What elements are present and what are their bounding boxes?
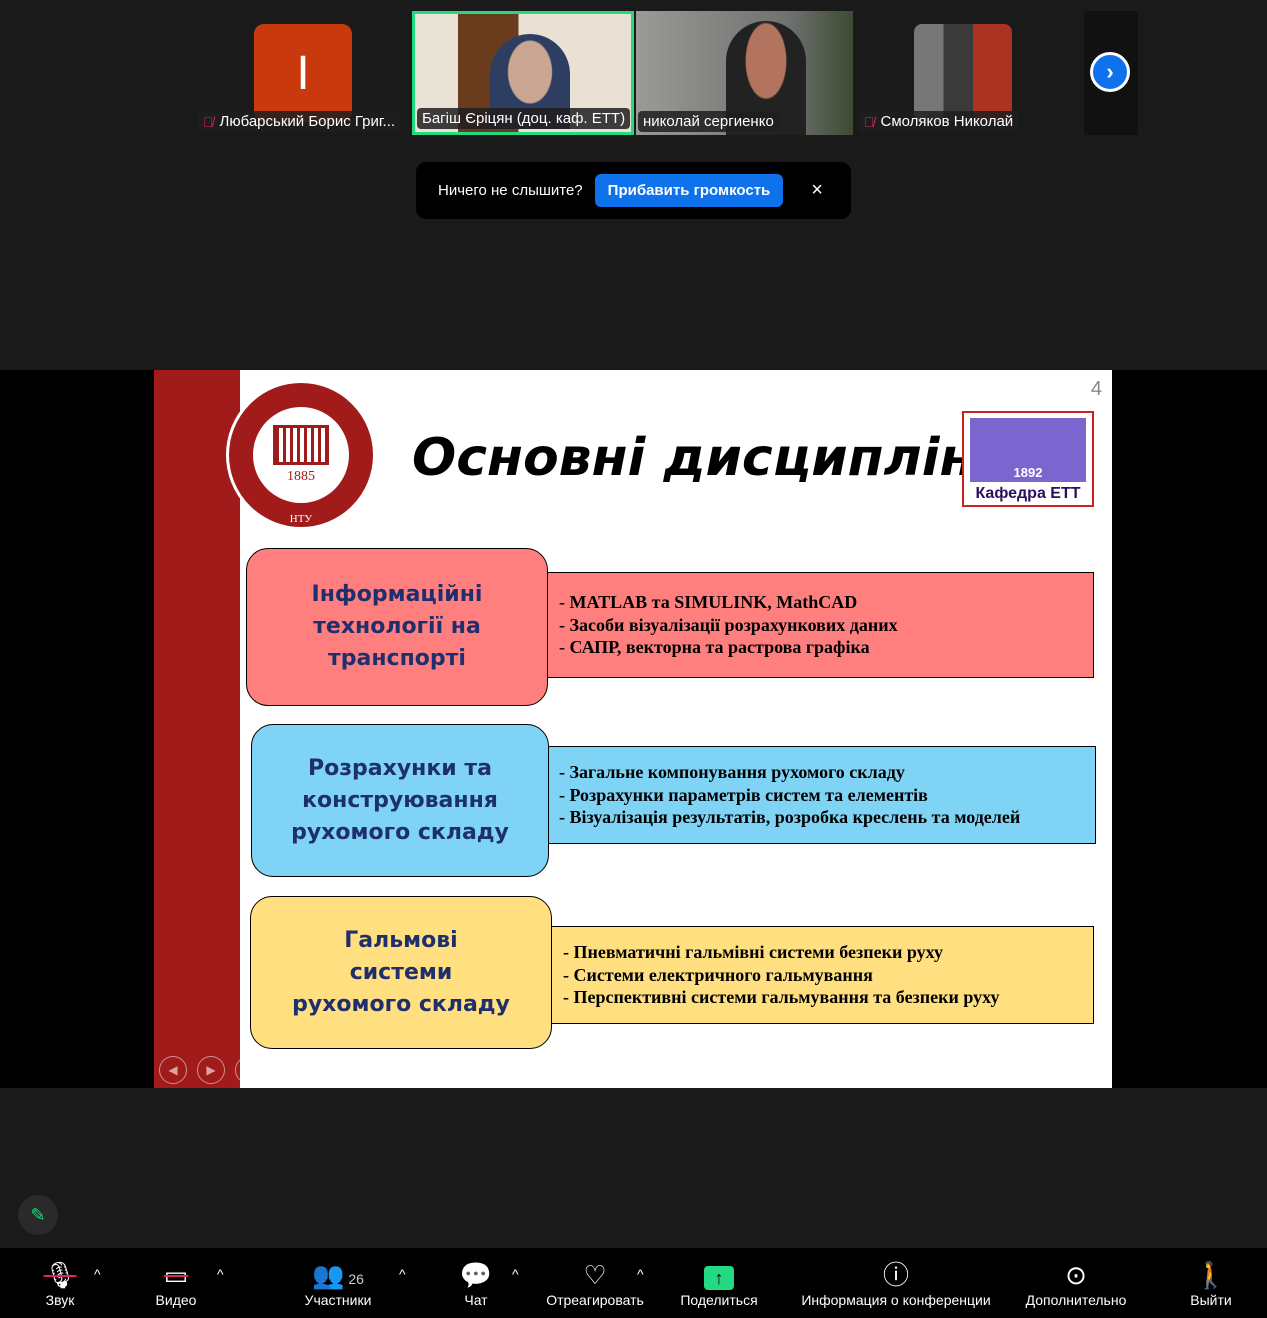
detail-item: - Засоби візуалізації розрахункових дани…: [559, 614, 898, 635]
detail-item: - Пневматичні гальмівні системи безпеки …: [563, 942, 943, 963]
logo-year: 1885: [287, 469, 315, 484]
react-label: Отреагировать: [546, 1292, 644, 1308]
video-label: Видео: [155, 1292, 197, 1308]
participants-label: Участники: [304, 1292, 372, 1308]
department-logo: 1892 Кафедра ЕТТ: [962, 411, 1094, 507]
detail-item: - Загальне компонування рухомого складу: [559, 762, 905, 783]
section-details: - Пневматичні гальмівні системи безпеки …: [548, 926, 1094, 1024]
audio-label: Звук: [45, 1292, 75, 1308]
react-options-caret[interactable]: ^: [637, 1266, 644, 1282]
next-slide-button[interactable]: ▶: [197, 1056, 225, 1084]
info-icon: ⓘ: [882, 1260, 909, 1290]
meeting-info-button[interactable]: ⓘ Информация о конференции: [790, 1258, 1002, 1308]
participants-count: 26: [348, 1271, 364, 1287]
mic-muted-icon: 🎙̸: [864, 113, 875, 130]
leave-label: Выйти: [1190, 1292, 1232, 1308]
page-number: 4: [1090, 378, 1102, 400]
detail-item: - MATLAB та SIMULINK, MathCAD: [559, 592, 858, 613]
react-button[interactable]: ♡ Отреагировать: [540, 1258, 650, 1308]
close-icon[interactable]: ×: [811, 179, 823, 202]
video-button[interactable]: ▭ Видео: [150, 1258, 202, 1308]
section-details: - Загальне компонування рухомого складу …: [544, 746, 1096, 844]
chat-button[interactable]: 💬 Чат: [456, 1258, 496, 1308]
detail-item: - Візуалізація результатів, розробка кре…: [559, 807, 1021, 828]
chat-options-caret[interactable]: ^: [512, 1266, 519, 1282]
avatar: I: [254, 24, 352, 122]
audio-button[interactable]: 🎙 Звук: [40, 1258, 80, 1308]
presentation-slide: 1885 НТУ 4 Основні дисципліни 1892 Кафед…: [154, 370, 1112, 1088]
prev-slide-button[interactable]: ◀: [159, 1056, 187, 1084]
participant-name: николай сергиенко: [643, 113, 774, 130]
audio-notice: Ничего не слышите? Прибавить громкость ×: [416, 162, 851, 219]
participant-tile-active[interactable]: Багіш Єріцян (доц. каф. ЕТТ): [412, 11, 634, 135]
increase-volume-button[interactable]: Прибавить громкость: [594, 174, 784, 207]
share-icon: ↑: [704, 1258, 734, 1292]
leave-button[interactable]: 🚶 Выйти: [1186, 1258, 1236, 1308]
mic-muted-icon: 🎙: [43, 1260, 77, 1290]
audio-options-caret[interactable]: ^: [94, 1266, 101, 1282]
slide-title: Основні дисципліни: [412, 428, 1012, 488]
notice-text: Ничего не слышите?: [438, 182, 583, 199]
more-options-button[interactable]: ···: [349, 1056, 377, 1084]
chat-label: Чат: [464, 1292, 488, 1308]
video-off-icon: ▭: [163, 1260, 189, 1290]
meeting-toolbar: 🎙 Звук ^ ▭ Видео ^ 👥 26 Участники ^ 💬 Чат ^ ♡…: [0, 1248, 1267, 1318]
more-label: Дополнительно: [1025, 1292, 1127, 1308]
next-page-button[interactable]: ›: [1090, 52, 1130, 92]
leave-icon: 🚶: [1194, 1260, 1228, 1290]
detail-item: - Системи електричного гальмування: [563, 964, 873, 985]
section-details: - MATLAB та SIMULINK, MathCAD - Засоби в…: [544, 572, 1094, 678]
detail-item: - Розрахунки параметрів систем та елемен…: [559, 784, 928, 805]
participants-button[interactable]: 👥 26 Участники: [298, 1258, 378, 1308]
participants-icon: 👥 26: [312, 1260, 364, 1290]
participants-options-caret[interactable]: ^: [399, 1266, 406, 1282]
detail-item: - Перспективні системи гальмування та бе…: [563, 987, 1000, 1008]
building-icon: [273, 425, 329, 465]
chat-icon: 💬: [459, 1260, 493, 1290]
video-feed: [914, 24, 1012, 122]
section-title: Гальмові системи рухомого складу: [250, 896, 552, 1049]
share-label: Поделиться: [680, 1292, 758, 1308]
logo-caption: Кафедра ЕТТ: [975, 485, 1081, 502]
mic-muted-icon: 🎙̸: [203, 113, 214, 130]
participant-tile[interactable]: 🎙̸ Смоляков Николай: [857, 11, 1027, 135]
zoom-button[interactable]: ⚲: [311, 1056, 339, 1084]
logo-year: 1892: [1013, 465, 1043, 480]
logo-text: НТУ: [289, 513, 313, 525]
video-options-caret[interactable]: ^: [217, 1266, 224, 1282]
detail-item: - САПР, векторна та растрова графіка: [559, 637, 870, 658]
more-icon: ⊙: [1065, 1260, 1087, 1290]
participant-name: Багіш Єріцян (доц. каф. ЕТТ): [422, 110, 626, 127]
more-button[interactable]: ⊙ Дополнительно: [1018, 1258, 1134, 1308]
participant-tile[interactable]: I 🎙̸ Любарський Борис Григ...: [196, 11, 411, 135]
pen-tool-button[interactable]: ✎: [235, 1056, 263, 1084]
share-button[interactable]: ↑ Поделиться: [676, 1258, 762, 1308]
slide-sidebar: [154, 370, 240, 1088]
participant-tile[interactable]: николай сергиенко: [636, 11, 853, 135]
section-title: Інформаційні технології на транспорті: [246, 548, 548, 706]
info-label: Информация о конференции: [801, 1292, 991, 1308]
section-title: Розрахунки та конструювання рухомого скл…: [251, 724, 549, 877]
shared-screen: 1885 НТУ 4 Основні дисципліни 1892 Кафед…: [0, 370, 1267, 1088]
slides-grid-button[interactable]: ▦: [273, 1056, 301, 1084]
participant-name: Любарський Борис Григ...: [219, 113, 396, 130]
annotate-button[interactable]: ✎: [18, 1195, 58, 1235]
participant-name: Смоляков Николай: [880, 113, 1014, 130]
heart-icon: ♡: [583, 1260, 607, 1290]
university-logo: 1885 НТУ: [226, 380, 376, 530]
